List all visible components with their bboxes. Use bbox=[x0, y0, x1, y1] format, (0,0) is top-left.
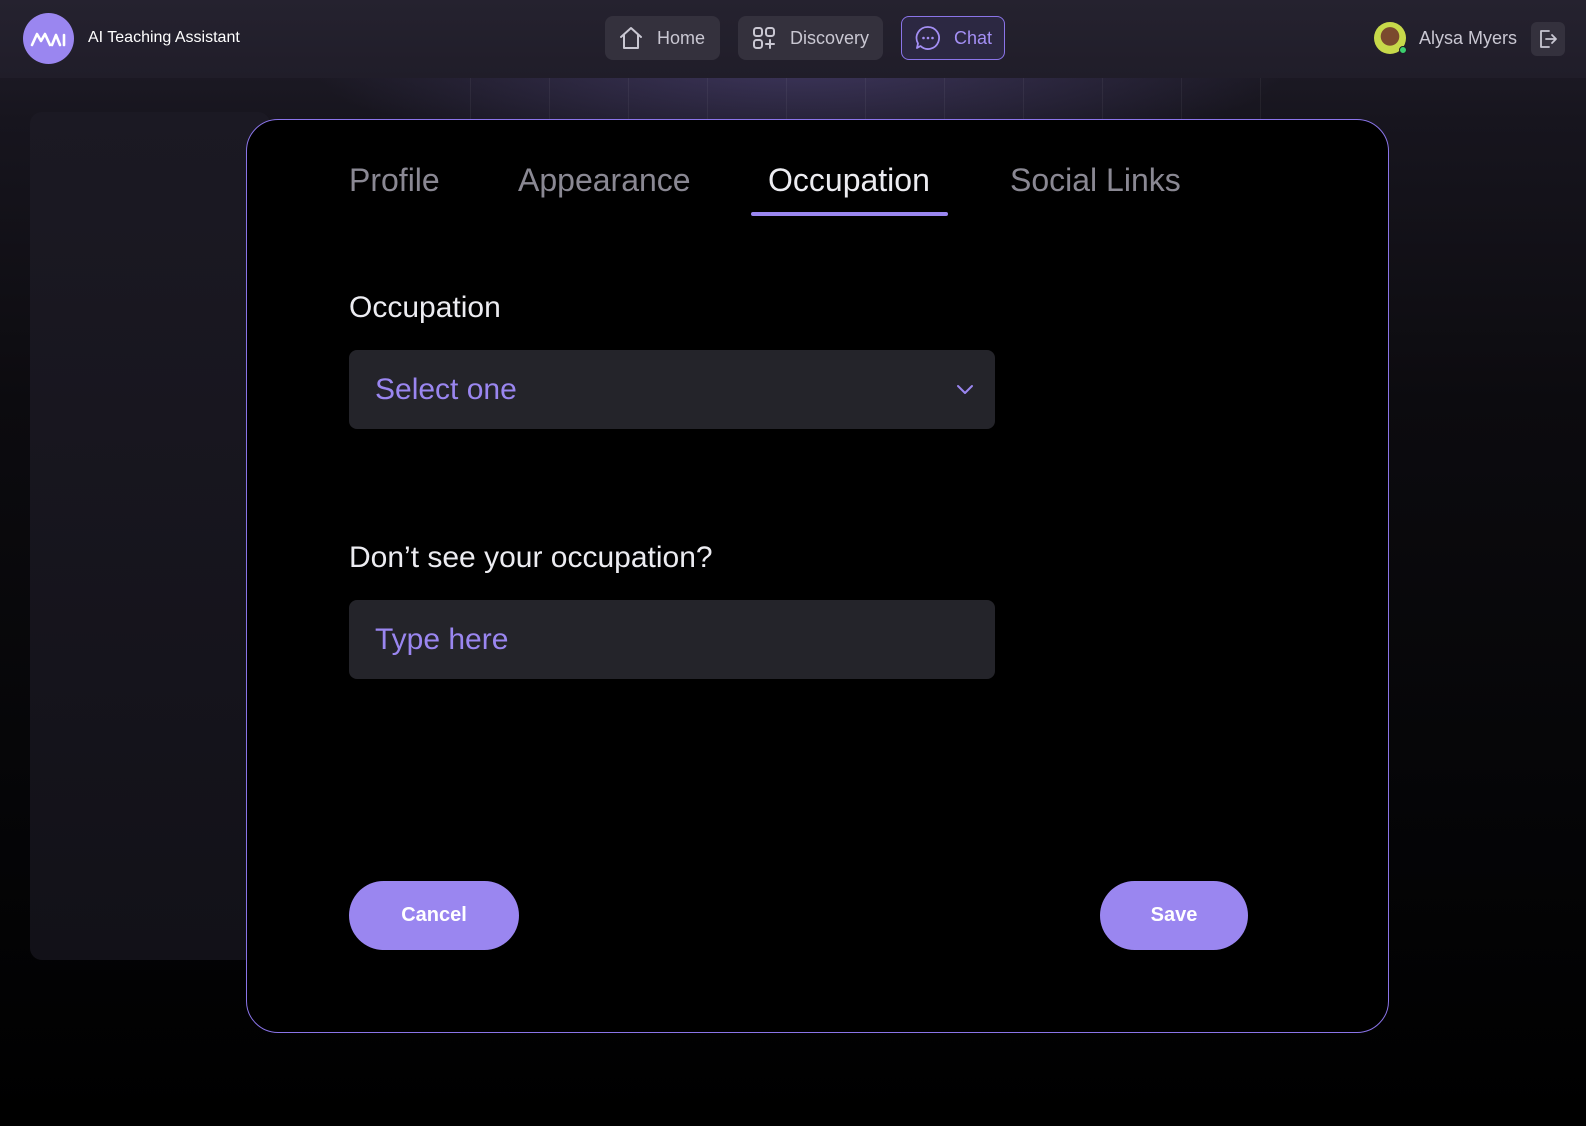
chevron-down-icon bbox=[955, 379, 975, 399]
nav-discovery-button[interactable]: Discovery bbox=[738, 16, 883, 60]
nav-chat-label: Chat bbox=[954, 27, 993, 48]
top-bar: AI Teaching Assistant Home Discovery Cha… bbox=[0, 0, 1586, 78]
tab-social-links[interactable]: Social Links bbox=[1010, 162, 1181, 199]
nav-discovery-label: Discovery bbox=[790, 27, 870, 48]
home-icon bbox=[618, 25, 644, 51]
tab-appearance[interactable]: Appearance bbox=[518, 162, 691, 199]
tab-occupation[interactable]: Occupation bbox=[768, 162, 930, 199]
mai-logo-mark bbox=[30, 32, 65, 46]
app-title: AI Teaching Assistant bbox=[88, 29, 240, 46]
logout-icon bbox=[1540, 30, 1557, 48]
cancel-button[interactable]: Cancel bbox=[349, 881, 519, 950]
occupation-select-value: Select one bbox=[375, 372, 517, 406]
nav-chat-button[interactable]: Chat bbox=[901, 16, 1005, 60]
occupation-label: Occupation bbox=[349, 291, 501, 324]
grid-plus-icon bbox=[751, 25, 777, 51]
online-status-indicator bbox=[1399, 46, 1407, 54]
settings-modal: Profile Appearance Occupation Social Lin… bbox=[246, 119, 1389, 1033]
chat-bubble-icon bbox=[915, 25, 941, 51]
custom-occupation-placeholder: Type here bbox=[375, 622, 509, 656]
user-name[interactable]: Alysa Myers bbox=[1419, 28, 1517, 49]
user-avatar[interactable] bbox=[1374, 22, 1407, 54]
background-grid bbox=[470, 78, 1270, 120]
nav-home-button[interactable]: Home bbox=[605, 16, 720, 60]
tab-profile[interactable]: Profile bbox=[349, 162, 440, 199]
background-panel bbox=[30, 112, 270, 960]
save-button[interactable]: Save bbox=[1100, 881, 1248, 950]
occupation-select[interactable]: Select one bbox=[349, 350, 995, 429]
app-logo[interactable] bbox=[23, 13, 74, 64]
custom-occupation-label: Don’t see your occupation? bbox=[349, 541, 713, 574]
active-tab-indicator bbox=[751, 212, 948, 216]
logout-button[interactable] bbox=[1531, 22, 1565, 56]
nav-home-label: Home bbox=[657, 27, 706, 48]
custom-occupation-input[interactable]: Type here bbox=[349, 600, 995, 679]
